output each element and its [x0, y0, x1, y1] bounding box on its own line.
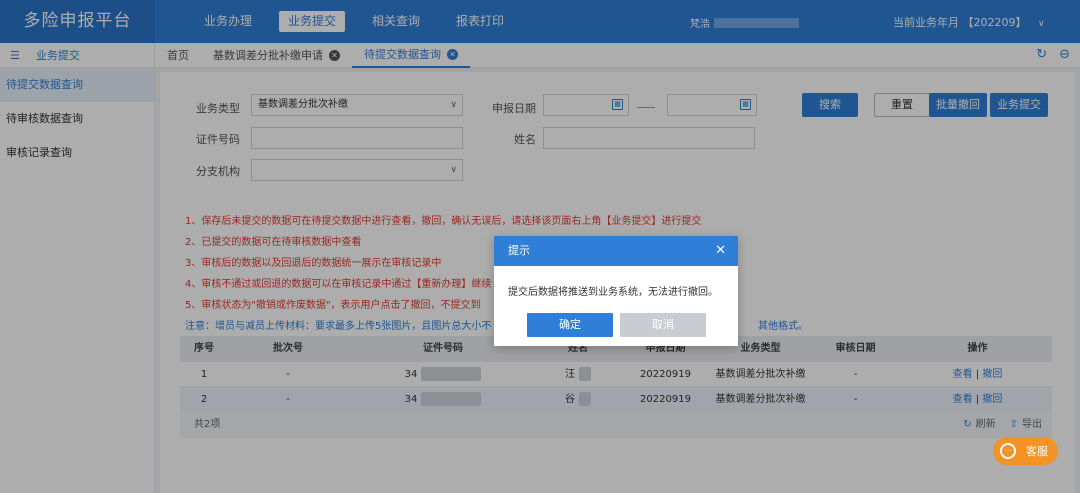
cancel-button[interactable]: 取消	[620, 313, 706, 337]
confirm-button[interactable]: 确定	[527, 313, 613, 337]
dialog-title: 提示	[508, 244, 530, 257]
dialog-header: 提示 ✕	[494, 236, 738, 266]
dialog-message: 提交后数据将推送到业务系统，无法进行撤回。	[508, 287, 718, 298]
confirm-dialog: 提示 ✕ 提交后数据将推送到业务系统，无法进行撤回。 确定 取消	[494, 236, 738, 346]
chat-icon: ···	[1000, 443, 1016, 459]
customer-service-button[interactable]: ··· 客服	[993, 437, 1058, 465]
service-label: 客服	[1026, 445, 1048, 458]
close-icon[interactable]: ✕	[715, 236, 726, 266]
